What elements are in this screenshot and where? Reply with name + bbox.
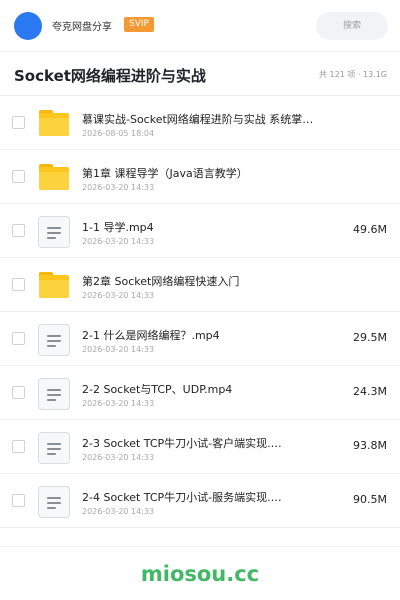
item-date: 2026-03-20 14:33 bbox=[82, 345, 155, 354]
item-name[interactable]: 2-1 什么是网络编程？.mp4 bbox=[82, 327, 220, 343]
folder-title-bar: Socket网络编程进阶与实战 共 121 项 · 13.1G bbox=[0, 52, 400, 96]
row-checkbox[interactable] bbox=[12, 116, 25, 129]
item-name[interactable]: 2-2 Socket与TCP、UDP.mp4 bbox=[82, 381, 232, 397]
list-item[interactable]: 2-4 Socket TCP牛刀小试-服务端实现.… 2026-03-20 14… bbox=[0, 474, 400, 528]
footer-divider bbox=[0, 546, 400, 547]
video-file-icon bbox=[38, 486, 70, 518]
item-date: 2026-03-20 14:33 bbox=[82, 453, 155, 462]
item-date: 2026-08-05 18:04 bbox=[82, 129, 155, 138]
list-item[interactable]: 第1章 课程导学（Java语言教学） 2026-03-20 14:33 bbox=[0, 150, 400, 204]
row-checkbox[interactable] bbox=[12, 224, 25, 237]
avatar[interactable] bbox=[14, 12, 42, 40]
item-size: 29.5M bbox=[353, 331, 387, 344]
page-title: Socket网络编程进阶与实战 bbox=[14, 67, 206, 85]
video-file-icon bbox=[38, 432, 70, 464]
folder-icon bbox=[39, 110, 69, 136]
item-date: 2026-03-20 14:33 bbox=[82, 507, 155, 516]
watermark: miosou.cc bbox=[140, 562, 260, 586]
top-bar: 夸克网盘分享 SVIP 搜索 bbox=[0, 0, 400, 52]
list-item[interactable]: 1-1 导学.mp4 2026-03-20 14:33 49.6M bbox=[0, 204, 400, 258]
svip-badge: SVIP bbox=[124, 17, 154, 32]
item-size: 49.6M bbox=[353, 223, 387, 236]
item-name[interactable]: 慕课实战-Socket网络编程进阶与实战 系统掌握… bbox=[82, 111, 322, 127]
list-item[interactable]: 2-1 什么是网络编程？.mp4 2026-03-20 14:33 29.5M bbox=[0, 312, 400, 366]
list-item[interactable]: 第2章 Socket网络编程快速入门 2026-03-20 14:33 bbox=[0, 258, 400, 312]
row-checkbox[interactable] bbox=[12, 440, 25, 453]
item-name[interactable]: 第1章 课程导学（Java语言教学） bbox=[82, 165, 248, 181]
list-item[interactable]: 2-2 Socket与TCP、UDP.mp4 2026-03-20 14:33 … bbox=[0, 366, 400, 420]
item-summary: 共 121 项 · 13.1G bbox=[319, 70, 387, 79]
search-input[interactable]: 搜索 bbox=[316, 12, 388, 40]
item-name[interactable]: 2-3 Socket TCP牛刀小试-客户端实现.… bbox=[82, 435, 282, 451]
row-checkbox[interactable] bbox=[12, 278, 25, 291]
row-checkbox[interactable] bbox=[12, 494, 25, 507]
item-name[interactable]: 2-4 Socket TCP牛刀小试-服务端实现.… bbox=[82, 489, 282, 505]
item-date: 2026-03-20 14:33 bbox=[82, 183, 155, 192]
folder-icon bbox=[39, 272, 69, 298]
item-date: 2026-03-20 14:33 bbox=[82, 291, 155, 300]
folder-icon bbox=[39, 164, 69, 190]
row-checkbox[interactable] bbox=[12, 386, 25, 399]
item-size: 90.5M bbox=[353, 493, 387, 506]
item-size: 93.8M bbox=[353, 439, 387, 452]
brand-label: 夸克网盘分享 bbox=[52, 22, 112, 33]
video-file-icon bbox=[38, 324, 70, 356]
item-size: 24.3M bbox=[353, 385, 387, 398]
list-item[interactable]: 2-3 Socket TCP牛刀小试-客户端实现.… 2026-03-20 14… bbox=[0, 420, 400, 474]
video-file-icon bbox=[38, 378, 70, 410]
list-item[interactable]: 慕课实战-Socket网络编程进阶与实战 系统掌握… 2026-08-05 18… bbox=[0, 96, 400, 150]
item-name[interactable]: 第2章 Socket网络编程快速入门 bbox=[82, 273, 239, 289]
video-file-icon bbox=[38, 216, 70, 248]
row-checkbox[interactable] bbox=[12, 332, 25, 345]
item-date: 2026-03-20 14:33 bbox=[82, 237, 155, 246]
file-list: 慕课实战-Socket网络编程进阶与实战 系统掌握… 2026-08-05 18… bbox=[0, 96, 400, 528]
row-checkbox[interactable] bbox=[12, 170, 25, 183]
item-date: 2026-03-20 14:33 bbox=[82, 399, 155, 408]
item-name[interactable]: 1-1 导学.mp4 bbox=[82, 219, 154, 235]
